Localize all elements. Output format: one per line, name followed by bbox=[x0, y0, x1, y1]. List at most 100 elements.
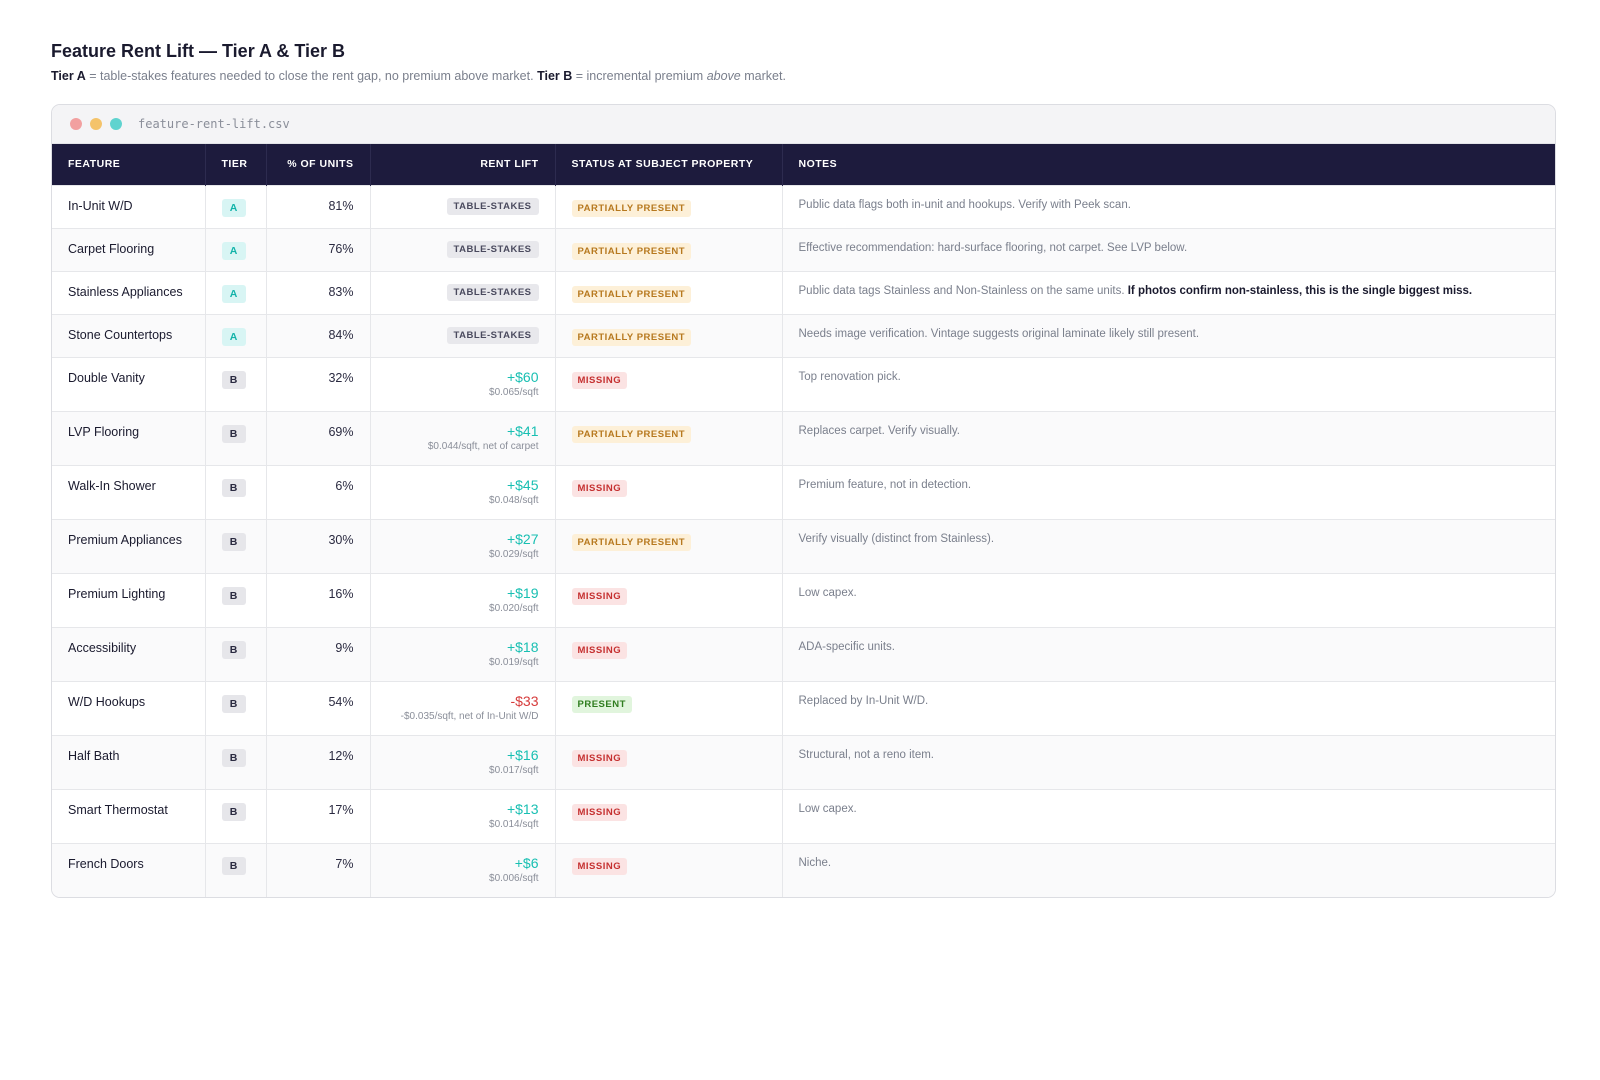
minimize-dot-icon[interactable] bbox=[90, 118, 102, 130]
table-stakes-badge: TABLE-STAKES bbox=[446, 326, 539, 344]
tier-b-description-2: market. bbox=[740, 69, 786, 83]
status-badge: PARTIALLY PRESENT bbox=[571, 285, 692, 303]
rent-lift-value: +$16 bbox=[506, 746, 539, 763]
status-badge: MISSING bbox=[571, 749, 628, 767]
rent-lift-value: +$6 bbox=[514, 854, 539, 871]
rent-lift-cell: TABLE-STAKES bbox=[370, 185, 556, 228]
rent-lift-per-sqft: $0.006/sqft bbox=[489, 872, 539, 884]
tier-cell: B bbox=[205, 843, 267, 897]
pct-units-cell: 84% bbox=[266, 314, 371, 357]
table-row[interactable]: French Doors B 7% +$6 $0.006/sqft MISSING Nich… bbox=[52, 843, 1555, 897]
pct-units-cell: 7% bbox=[266, 843, 371, 897]
window-title-bar: feature-rent-lift.csv bbox=[52, 105, 1555, 144]
status-badge: MISSING bbox=[571, 641, 628, 659]
note-text: Niche. bbox=[798, 856, 832, 869]
tier-cell: B bbox=[205, 681, 267, 735]
rent-lift-value: +$45 bbox=[506, 476, 539, 493]
column-header-tier[interactable]: Tier bbox=[205, 144, 267, 185]
table-row[interactable]: In-Unit W/D A 81% TABLE-STAKES PARTIALLY PRE… bbox=[52, 185, 1555, 228]
rent-lift-per-sqft: $0.020/sqft bbox=[489, 602, 539, 614]
notes-cell: Public data flags both in-unit and hooku… bbox=[782, 185, 1555, 228]
rent-lift-per-sqft: $0.048/sqft bbox=[489, 494, 539, 506]
tier-badge: B bbox=[221, 748, 246, 767]
table-row[interactable]: W/D Hookups B 54% -$33 -$0.035/sqft, net of … bbox=[52, 681, 1555, 735]
rent-lift-value: +$13 bbox=[506, 800, 539, 817]
tier-badge: A bbox=[221, 284, 246, 303]
table-row[interactable]: Stainless Appliances A 83% TABLE-STAKES PART… bbox=[52, 271, 1555, 314]
notes-cell: Replaces carpet. Verify visually. bbox=[782, 411, 1555, 465]
tier-b-description-1: = incremental premium bbox=[572, 69, 707, 83]
notes-cell: Replaced by In-Unit W/D. bbox=[782, 681, 1555, 735]
rent-lift-value: +$41 bbox=[506, 422, 539, 439]
tier-badge: B bbox=[221, 478, 246, 497]
pct-units-cell: 17% bbox=[266, 789, 371, 843]
column-header-status[interactable]: Status at Subject Property bbox=[555, 144, 783, 185]
rent-lift-cell: -$33 -$0.035/sqft, net of In-Unit W/D bbox=[370, 681, 556, 735]
notes-cell: Top renovation pick. bbox=[782, 357, 1555, 411]
file-name: feature-rent-lift.csv bbox=[138, 117, 290, 131]
page: Feature Rent Lift — Tier A & Tier B Tier… bbox=[51, 40, 1556, 898]
tier-badge: B bbox=[221, 802, 246, 821]
feature-cell: Premium Lighting bbox=[52, 573, 206, 627]
note-text: Top renovation pick. bbox=[798, 370, 901, 383]
tier-a-label: Tier A bbox=[51, 69, 86, 83]
rent-lift-value: +$19 bbox=[506, 584, 539, 601]
notes-cell: Public data tags Stainless and Non-Stain… bbox=[782, 271, 1555, 314]
feature-cell: Double Vanity bbox=[52, 357, 206, 411]
tier-badge: A bbox=[221, 327, 246, 346]
pct-units-cell: 16% bbox=[266, 573, 371, 627]
status-badge: PARTIALLY PRESENT bbox=[571, 533, 692, 551]
tier-cell: B bbox=[205, 465, 267, 519]
tier-badge: B bbox=[221, 370, 246, 389]
pct-units-cell: 30% bbox=[266, 519, 371, 573]
column-header-pct-units[interactable]: % of Units bbox=[266, 144, 371, 185]
column-header-notes[interactable]: Notes bbox=[782, 144, 1555, 185]
table-row[interactable]: Stone Countertops A 84% TABLE-STAKES PARTIAL… bbox=[52, 314, 1555, 357]
tier-legend: Tier A = table-stakes features needed to… bbox=[51, 68, 1556, 84]
table-row[interactable]: Carpet Flooring A 76% TABLE-STAKES PARTIALLY… bbox=[52, 228, 1555, 271]
tier-badge: B bbox=[221, 856, 246, 875]
feature-cell: LVP Flooring bbox=[52, 411, 206, 465]
status-badge: PARTIALLY PRESENT bbox=[571, 425, 692, 443]
table-row[interactable]: Accessibility B 9% +$18 $0.019/sqft MISSING AD… bbox=[52, 627, 1555, 681]
pct-units-cell: 69% bbox=[266, 411, 371, 465]
status-cell: PARTIALLY PRESENT bbox=[555, 411, 783, 465]
note-text: Effective recommendation: hard-surface f… bbox=[798, 241, 1188, 254]
pct-units-cell: 9% bbox=[266, 627, 371, 681]
column-header-feature[interactable]: Feature bbox=[52, 144, 206, 185]
status-badge: PARTIALLY PRESENT bbox=[571, 199, 692, 217]
table-row[interactable]: Half Bath B 12% +$16 $0.017/sqft MISSING Struc… bbox=[52, 735, 1555, 789]
rent-lift-cell: TABLE-STAKES bbox=[370, 271, 556, 314]
rent-lift-cell: +$6 $0.006/sqft bbox=[370, 843, 556, 897]
column-header-rent-lift[interactable]: Rent Lift bbox=[370, 144, 556, 185]
notes-cell: Effective recommendation: hard-surface f… bbox=[782, 228, 1555, 271]
pct-units-cell: 81% bbox=[266, 185, 371, 228]
notes-cell: Niche. bbox=[782, 843, 1555, 897]
tier-cell: B bbox=[205, 735, 267, 789]
table-row[interactable]: LVP Flooring B 69% +$41 $0.044/sqft, net of … bbox=[52, 411, 1555, 465]
table-row[interactable]: Premium Lighting B 16% +$19 $0.020/sqft MISSI… bbox=[52, 573, 1555, 627]
status-cell: PARTIALLY PRESENT bbox=[555, 228, 783, 271]
feature-cell: Stainless Appliances bbox=[52, 271, 206, 314]
rent-lift-per-sqft: $0.014/sqft bbox=[489, 818, 539, 830]
table-row[interactable]: Double Vanity B 32% +$60 $0.065/sqft MISSING T… bbox=[52, 357, 1555, 411]
note-text: Premium feature, not in detection. bbox=[798, 478, 972, 491]
note-text: Needs image verification. Vintage sugges… bbox=[798, 327, 1200, 340]
tier-cell: B bbox=[205, 411, 267, 465]
rent-lift-per-sqft: $0.065/sqft bbox=[489, 386, 539, 398]
maximize-dot-icon[interactable] bbox=[110, 118, 122, 130]
status-badge: MISSING bbox=[571, 479, 628, 497]
table-row[interactable]: Walk-In Shower B 6% +$45 $0.048/sqft MISSING P… bbox=[52, 465, 1555, 519]
status-cell: MISSING bbox=[555, 735, 783, 789]
pct-units-cell: 32% bbox=[266, 357, 371, 411]
status-cell: MISSING bbox=[555, 357, 783, 411]
note-text: Low capex. bbox=[798, 586, 857, 599]
table-row[interactable]: Smart Thermostat B 17% +$13 $0.014/sqft MISSI… bbox=[52, 789, 1555, 843]
notes-cell: ADA-specific units. bbox=[782, 627, 1555, 681]
table-row[interactable]: Premium Appliances B 30% +$27 $0.029/sqft PAR… bbox=[52, 519, 1555, 573]
note-text: ADA-specific units. bbox=[798, 640, 896, 653]
pct-units-cell: 76% bbox=[266, 228, 371, 271]
rent-lift-value: -$33 bbox=[510, 692, 539, 709]
rent-lift-cell: +$41 $0.044/sqft, net of carpet bbox=[370, 411, 556, 465]
close-dot-icon[interactable] bbox=[70, 118, 82, 130]
